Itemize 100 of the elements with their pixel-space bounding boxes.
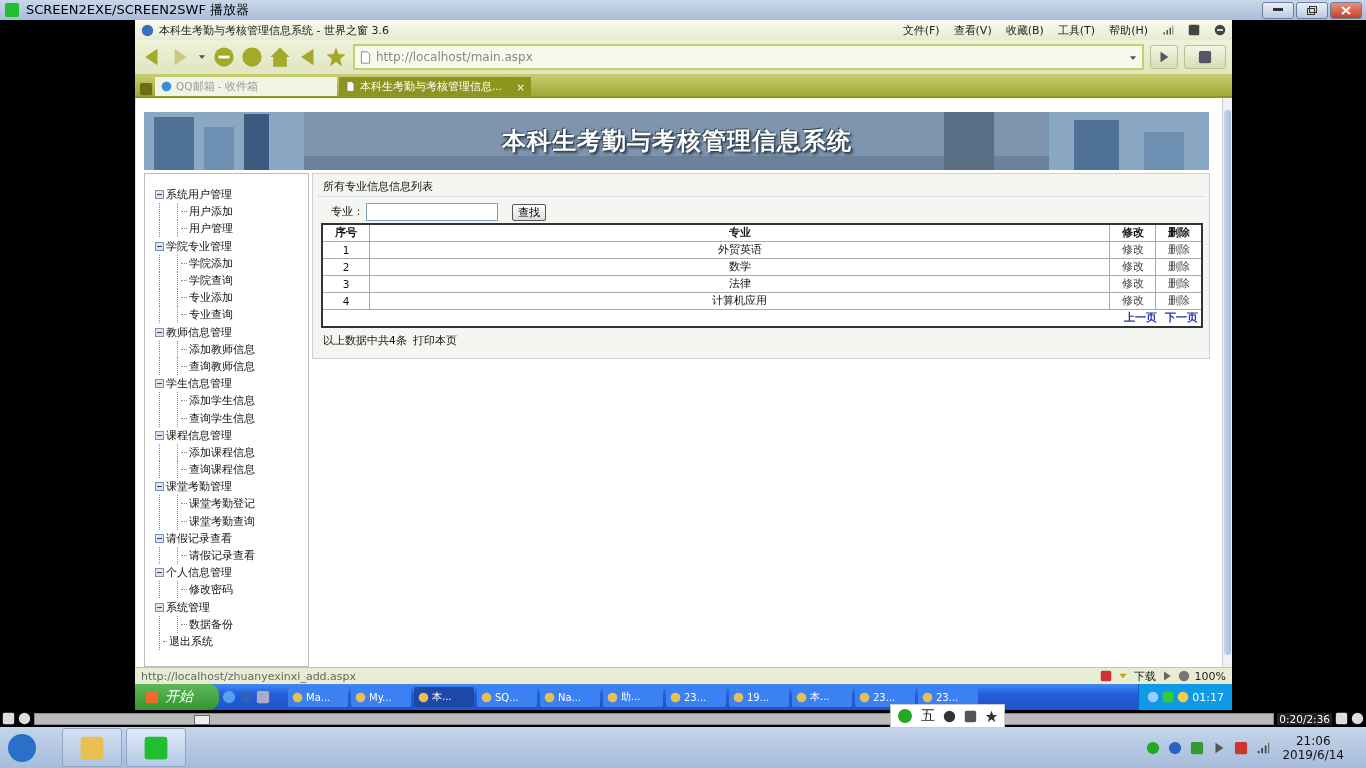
windows-start-icon[interactable] <box>6 731 38 764</box>
tree-item[interactable]: 查询课程信息 <box>189 462 255 478</box>
table-cell: 外贸英语 <box>369 242 1109 258</box>
tools-button[interactable] <box>1184 45 1226 69</box>
taskbar-button[interactable]: Ma... <box>288 687 348 707</box>
tree-item[interactable]: 课程信息管理 <box>166 427 232 443</box>
collapse-icon[interactable] <box>155 602 164 612</box>
menu-item[interactable]: 收藏(B) <box>1005 22 1044 38</box>
tree-item[interactable]: 个人信息管理 <box>166 565 232 581</box>
tree-item[interactable]: 退出系统 <box>169 633 213 649</box>
tree-item[interactable]: 用户添加 <box>189 204 233 220</box>
table-cell: 法律 <box>369 276 1109 292</box>
taskbar-button[interactable]: 23... <box>918 687 978 707</box>
restore-button[interactable] <box>1296 1 1328 19</box>
tree-item[interactable]: 系统用户管理 <box>166 187 232 203</box>
search-field[interactable] <box>366 203 498 221</box>
menu-item[interactable]: 文件(F) <box>902 22 940 38</box>
edit-link[interactable]: 修改 <box>1109 259 1155 275</box>
table-cell-text: 2 <box>341 260 351 275</box>
close-button[interactable] <box>1330 1 1362 19</box>
page-icon <box>345 81 356 92</box>
tree-item[interactable]: 请假记录查看 <box>189 548 255 564</box>
print-link[interactable]: 打印本页 <box>412 334 457 348</box>
minimize-button[interactable] <box>1262 1 1294 19</box>
tree-item[interactable]: 查询学生信息 <box>189 410 255 426</box>
taskbar-button[interactable]: 本... <box>792 687 852 707</box>
tree-item[interactable]: 修改密码 <box>189 582 233 598</box>
tree-item[interactable]: 专业添加 <box>189 290 233 306</box>
star-icon[interactable] <box>325 46 347 68</box>
tree-item[interactable]: 添加教师信息 <box>189 341 255 357</box>
tree-item[interactable]: 数据备份 <box>189 616 233 632</box>
column-header: 删除 <box>1155 225 1201 241</box>
download-label[interactable]: 下载 <box>1133 668 1156 684</box>
tree-item[interactable]: 添加课程信息 <box>189 444 255 460</box>
tree-item[interactable]: 专业查询 <box>189 307 233 323</box>
ime-logo-icon <box>897 708 913 724</box>
edit-link[interactable]: 修改 <box>1109 242 1155 258</box>
table-cell-text: 3 <box>341 277 351 292</box>
address-bar[interactable]: http://localhost/main.aspx <box>353 44 1144 70</box>
panel-title: 所有专业信息信息列表 <box>323 180 433 194</box>
scrollbar[interactable] <box>1222 98 1232 667</box>
table-cell: 数学 <box>369 259 1109 275</box>
search-button[interactable]: 查找 <box>512 203 546 221</box>
table-cell: 计算机应用 <box>369 293 1109 309</box>
pager-link[interactable]: 上一页 <box>1124 311 1157 325</box>
edit-link[interactable]: 修改 <box>1109 276 1155 292</box>
taskbar-button[interactable]: 23... <box>855 687 915 707</box>
taskbar-button[interactable]: 19... <box>729 687 789 707</box>
collapse-icon[interactable] <box>155 482 164 492</box>
delete-link[interactable]: 删除 <box>1155 259 1201 275</box>
tree-item[interactable]: 课堂考勤查询 <box>189 513 255 529</box>
collapse-icon[interactable] <box>155 327 164 337</box>
edit-link[interactable]: 修改 <box>1109 293 1155 309</box>
tree-item[interactable]: 请假记录查看 <box>166 530 232 546</box>
tree-item[interactable]: 学院查询 <box>189 273 233 289</box>
taskbar-button[interactable]: My... <box>351 687 411 707</box>
tree-item[interactable]: 系统管理 <box>166 599 210 615</box>
collapse-icon[interactable] <box>155 379 164 389</box>
pager-link[interactable]: 下一页 <box>1165 311 1198 325</box>
menu-item[interactable]: 查看(V) <box>953 22 992 38</box>
tree-item[interactable]: 学院添加 <box>189 255 233 271</box>
column-header: 修改 <box>1109 225 1155 241</box>
signal-icon <box>1256 740 1271 755</box>
taskbar-button[interactable]: SQ... <box>477 687 537 707</box>
tree-item[interactable]: 课堂考勤管理 <box>166 479 232 495</box>
collapse-icon[interactable] <box>155 430 164 440</box>
collapse-icon[interactable] <box>155 533 164 543</box>
help-icon <box>1168 740 1183 755</box>
plus-icon[interactable] <box>139 82 153 96</box>
collapse-icon[interactable] <box>155 241 164 251</box>
browser-title: 本科生考勤与考核管理信息系统 - 世界之窗 3.6 <box>159 22 389 38</box>
taskbar-button[interactable]: Na... <box>540 687 600 707</box>
tree-item[interactable]: 教师信息管理 <box>166 324 232 340</box>
taskbar-button[interactable]: 助... <box>603 687 663 707</box>
tree-item[interactable]: 学院专业管理 <box>166 238 232 254</box>
collapse-icon[interactable] <box>155 568 164 578</box>
ime-mode[interactable]: 五 <box>921 707 935 725</box>
collapse-icon[interactable] <box>155 190 164 200</box>
tree-item[interactable]: 查询教师信息 <box>189 358 255 374</box>
seek-thumb[interactable] <box>193 714 210 725</box>
column-header: 专业 <box>369 225 1109 241</box>
zoom-level[interactable]: 100% <box>1194 669 1226 683</box>
tree-item[interactable]: 用户管理 <box>189 221 233 237</box>
menu-item[interactable]: 帮助(H) <box>1109 22 1148 38</box>
field-label: 专业： <box>331 205 364 219</box>
taskbar-button[interactable]: 23... <box>666 687 726 707</box>
status-url: http://localhost/zhuanyexinxi_add.aspx <box>141 669 357 683</box>
tree-item[interactable]: 添加学生信息 <box>189 393 255 409</box>
taskbar-button[interactable]: 本... <box>414 687 474 707</box>
menu-item[interactable]: 工具(T) <box>1057 22 1096 38</box>
delete-link[interactable]: 删除 <box>1155 276 1201 292</box>
delete-link[interactable]: 删除 <box>1155 242 1201 258</box>
tree-item[interactable]: 课堂考勤登记 <box>189 496 255 512</box>
table-cell-text: 4 <box>341 294 351 309</box>
tree-item[interactable]: 学生信息管理 <box>166 376 232 392</box>
table-cell-text: 1 <box>341 243 351 258</box>
delete-link[interactable]: 删除 <box>1155 293 1201 309</box>
column-header: 序号 <box>334 225 358 240</box>
clock[interactable]: 21:06 2019/6/14 <box>1282 733 1344 762</box>
go-button[interactable] <box>1150 45 1178 69</box>
